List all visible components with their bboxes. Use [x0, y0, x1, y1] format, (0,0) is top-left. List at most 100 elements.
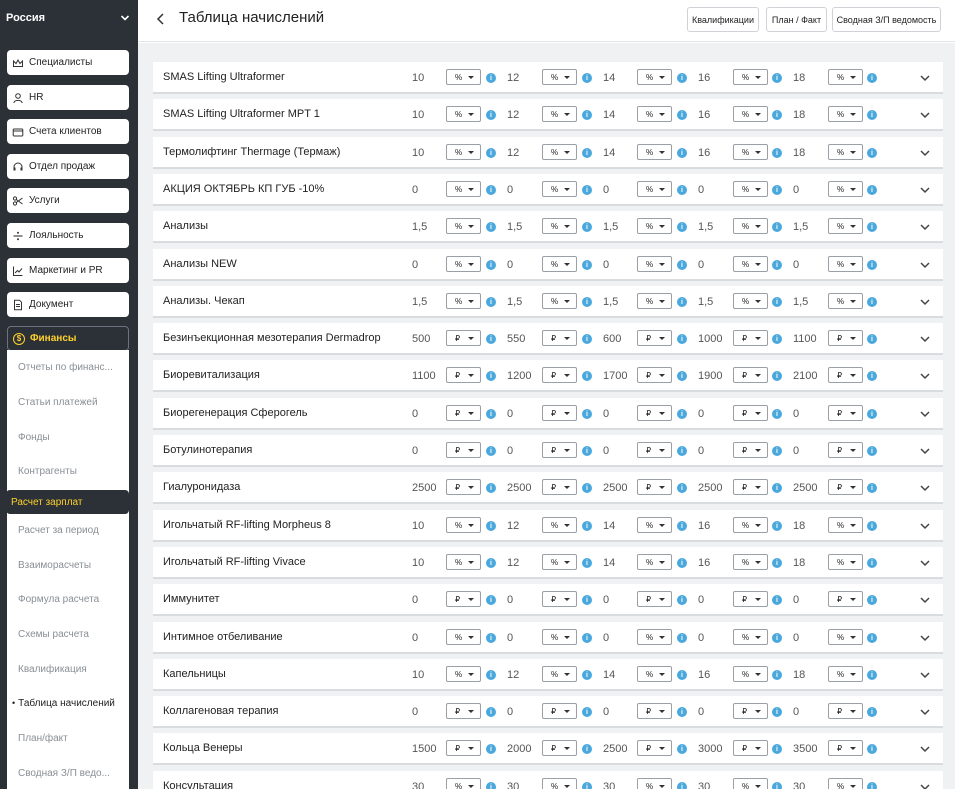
unit-select[interactable]: % — [733, 218, 768, 234]
level-1-value[interactable]: 1500 — [412, 743, 436, 755]
level-4-value[interactable]: 16 — [698, 669, 710, 681]
level-4-value[interactable]: 0 — [698, 706, 704, 718]
table-row[interactable]: Интимное отбеливание 0% i 0% i 0% i 0% i 0% i — [153, 622, 943, 654]
level-4-value[interactable]: 1,5 — [698, 221, 713, 233]
info-icon[interactable]: i — [677, 595, 687, 605]
chevron-down-icon[interactable] — [919, 707, 931, 717]
nav-item-finance[interactable]: $ Финансы — [7, 326, 129, 351]
nav-item-specialists[interactable]: Специалисты — [7, 50, 129, 75]
info-icon[interactable]: i — [677, 521, 687, 531]
chevron-down-icon[interactable] — [919, 371, 931, 381]
unit-select[interactable]: % — [637, 293, 672, 309]
unit-select[interactable]: ₽ — [828, 367, 863, 383]
chevron-down-icon[interactable] — [919, 185, 931, 195]
info-icon[interactable]: i — [772, 148, 782, 158]
level-5-value[interactable]: 0 — [793, 632, 799, 644]
info-icon[interactable]: i — [677, 222, 687, 232]
level-5-value[interactable]: 0 — [793, 706, 799, 718]
level-2-value[interactable]: 0 — [507, 445, 513, 457]
level-4-value[interactable]: 0 — [698, 594, 704, 606]
level-2-value[interactable]: 2000 — [507, 743, 531, 755]
info-icon[interactable]: i — [867, 633, 877, 643]
level-1-value[interactable]: 10 — [412, 669, 424, 681]
level-2-value[interactable]: 1200 — [507, 370, 531, 382]
unit-select[interactable]: % — [828, 666, 863, 682]
level-1-value[interactable]: 0 — [412, 408, 418, 420]
level-2-value[interactable]: 12 — [507, 147, 519, 159]
unit-select[interactable]: % — [733, 517, 768, 533]
submenu-item-calc-schemes[interactable]: Схемы расчета — [7, 622, 129, 646]
info-icon[interactable]: i — [772, 707, 782, 717]
unit-select[interactable]: % — [542, 554, 577, 570]
table-row[interactable]: Иммунитет 0 ₽ i 0 ₽ i 0 ₽ i 0 ₽ i 0 ₽ i — [153, 584, 943, 616]
info-icon[interactable]: i — [486, 334, 496, 344]
level-2-value[interactable]: 0 — [507, 184, 513, 196]
chevron-down-icon[interactable] — [919, 558, 931, 568]
level-3-value[interactable]: 14 — [603, 669, 615, 681]
info-icon[interactable]: i — [772, 297, 782, 307]
unit-select[interactable]: % — [637, 181, 672, 197]
info-icon[interactable]: i — [677, 297, 687, 307]
unit-select[interactable]: ₽ — [446, 703, 481, 719]
level-1-value[interactable]: 0 — [412, 706, 418, 718]
unit-select[interactable]: % — [542, 144, 577, 160]
info-icon[interactable]: i — [867, 521, 877, 531]
info-icon[interactable]: i — [486, 73, 496, 83]
info-icon[interactable]: i — [867, 110, 877, 120]
level-3-value[interactable]: 14 — [603, 147, 615, 159]
level-5-value[interactable]: 0 — [793, 445, 799, 457]
info-icon[interactable]: i — [677, 409, 687, 419]
level-3-value[interactable]: 1,5 — [603, 296, 618, 308]
unit-select[interactable]: % — [733, 293, 768, 309]
info-icon[interactable]: i — [677, 782, 687, 789]
level-5-value[interactable]: 18 — [793, 669, 805, 681]
info-icon[interactable]: i — [772, 260, 782, 270]
info-icon[interactable]: i — [867, 744, 877, 754]
unit-select[interactable]: % — [733, 778, 768, 789]
unit-select[interactable]: % — [446, 293, 481, 309]
level-5-value[interactable]: 0 — [793, 184, 799, 196]
unit-select[interactable]: % — [446, 218, 481, 234]
level-5-value[interactable]: 30 — [793, 781, 805, 789]
unit-select[interactable]: % — [637, 256, 672, 272]
level-2-value[interactable]: 12 — [507, 520, 519, 532]
nav-item-services[interactable]: Услуги — [7, 188, 129, 213]
unit-select[interactable]: ₽ — [446, 740, 481, 756]
unit-select[interactable]: ₽ — [446, 367, 481, 383]
table-row[interactable]: Биорегенерация Сферогель 0 ₽ i 0 ₽ i 0 ₽ i 0 ₽ i 0 ₽ i — [153, 398, 943, 430]
info-icon[interactable]: i — [867, 260, 877, 270]
unit-select[interactable]: % — [828, 256, 863, 272]
info-icon[interactable]: i — [772, 371, 782, 381]
info-icon[interactable]: i — [486, 297, 496, 307]
level-5-value[interactable]: 0 — [793, 408, 799, 420]
info-icon[interactable]: i — [867, 334, 877, 344]
chevron-down-icon[interactable] — [919, 409, 931, 419]
level-2-value[interactable]: 550 — [507, 333, 525, 345]
info-icon[interactable]: i — [677, 334, 687, 344]
unit-select[interactable]: ₽ — [733, 703, 768, 719]
unit-select[interactable]: ₽ — [828, 703, 863, 719]
unit-select[interactable]: % — [637, 218, 672, 234]
unit-select[interactable]: % — [828, 69, 863, 85]
chevron-down-icon[interactable] — [919, 334, 931, 344]
level-3-value[interactable]: 0 — [603, 594, 609, 606]
table-row[interactable]: Ботулинотерапия 0 ₽ i 0 ₽ i 0 ₽ i 0 ₽ i 0 ₽ i — [153, 435, 943, 467]
submenu-item-funds[interactable]: Фонды — [7, 425, 129, 449]
unit-select[interactable]: % — [446, 256, 481, 272]
level-5-value[interactable]: 0 — [793, 259, 799, 271]
unit-select[interactable]: ₽ — [446, 330, 481, 346]
unit-select[interactable]: % — [542, 181, 577, 197]
unit-select[interactable]: % — [637, 106, 672, 122]
level-4-value[interactable]: 16 — [698, 147, 710, 159]
unit-select[interactable]: % — [637, 69, 672, 85]
info-icon[interactable]: i — [582, 446, 592, 456]
submenu-item-salary-calc[interactable]: Расчет зарплат — [6, 490, 129, 514]
unit-select[interactable]: % — [828, 144, 863, 160]
level-1-value[interactable]: 1,5 — [412, 296, 427, 308]
level-3-value[interactable]: 14 — [603, 109, 615, 121]
level-5-value[interactable]: 18 — [793, 520, 805, 532]
info-icon[interactable]: i — [486, 222, 496, 232]
info-icon[interactable]: i — [867, 483, 877, 493]
info-icon[interactable]: i — [582, 670, 592, 680]
submenu-item-settlements[interactable]: Взаиморасчеты — [7, 553, 129, 577]
